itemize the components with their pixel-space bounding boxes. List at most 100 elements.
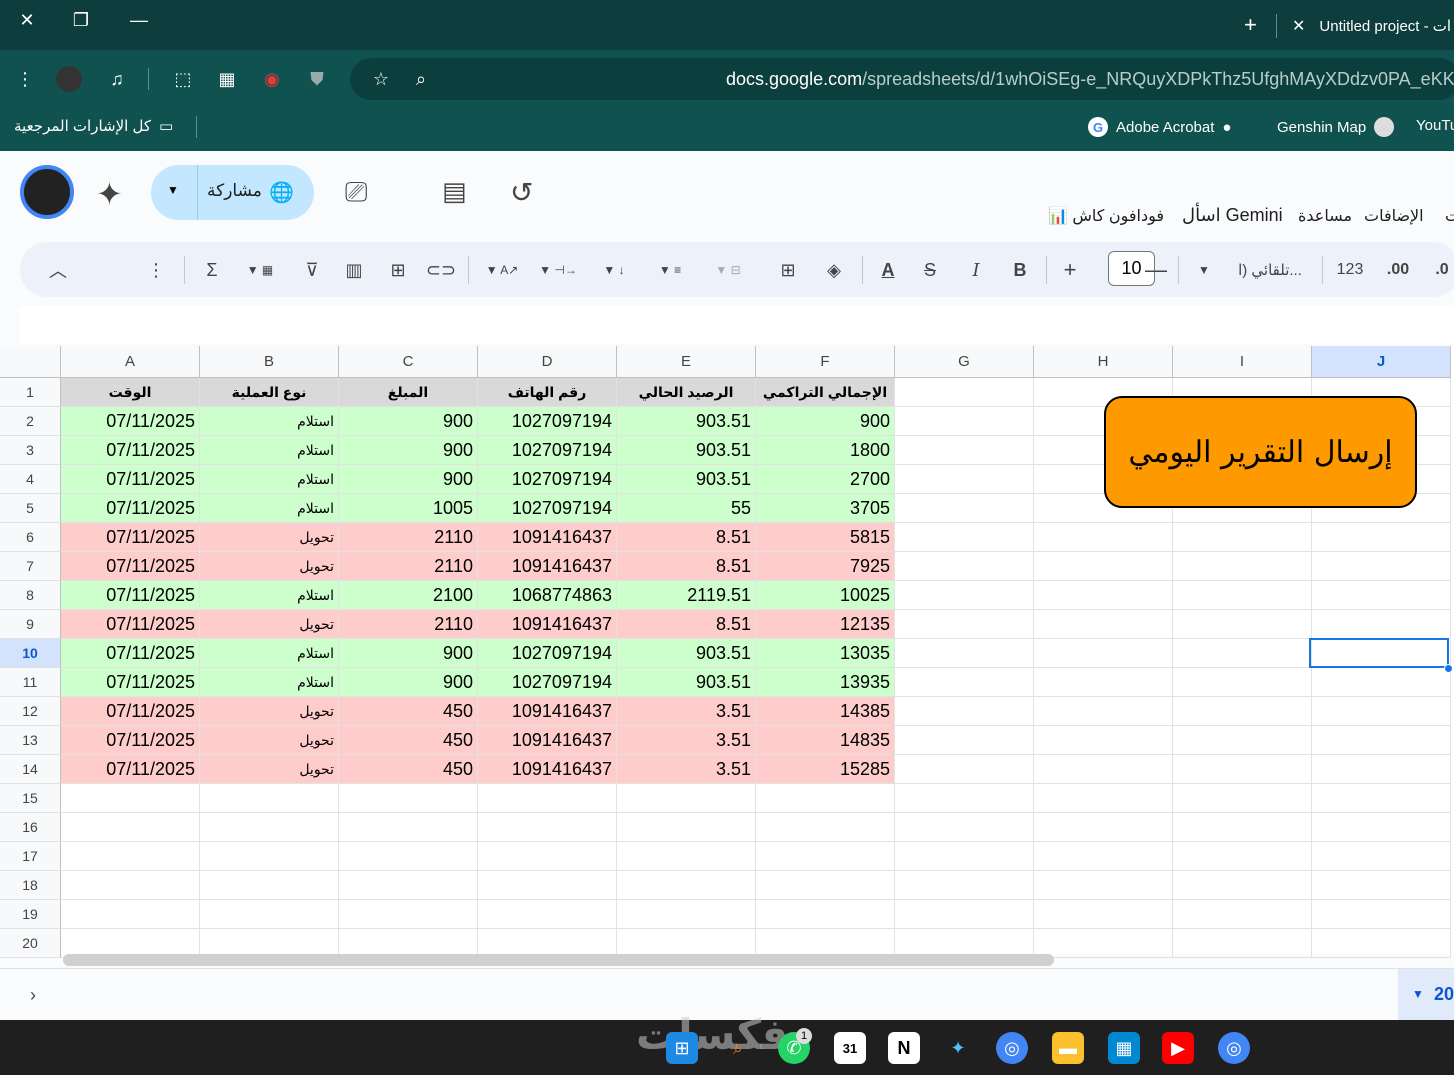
table-cell[interactable]: 900	[339, 639, 478, 668]
empty-cell[interactable]	[61, 784, 200, 813]
font-dropdown-icon[interactable]: ▼	[1194, 256, 1214, 284]
shield-extension-icon[interactable]: ⛊	[304, 66, 330, 92]
font-family-select[interactable]: تلقائي (ا...	[1228, 256, 1312, 284]
table-cell[interactable]: 07/11/2025	[61, 436, 200, 465]
empty-cell[interactable]	[1034, 639, 1173, 668]
empty-cell[interactable]	[1173, 842, 1312, 871]
empty-cell[interactable]	[1034, 929, 1173, 958]
table-cell[interactable]: 14835	[756, 726, 895, 755]
table-cell[interactable]: 3.51	[617, 755, 756, 784]
functions-icon[interactable]: Σ	[200, 256, 224, 284]
empty-cell[interactable]	[339, 842, 478, 871]
table-cell[interactable]: 1027097194	[478, 668, 617, 697]
gemini-icon[interactable]: ✦	[96, 175, 123, 213]
table-cell[interactable]: 2110	[339, 610, 478, 639]
table-cell[interactable]: 903.51	[617, 407, 756, 436]
empty-cell[interactable]	[1312, 552, 1451, 581]
insert-comment-icon[interactable]: ⊞	[386, 256, 410, 284]
strikethrough-icon[interactable]: S	[918, 256, 942, 284]
column-header[interactable]: I	[1173, 346, 1312, 378]
extension-icon[interactable]: ▦	[214, 66, 240, 92]
table-cell[interactable]: 8.51	[617, 523, 756, 552]
empty-cell[interactable]	[1312, 813, 1451, 842]
table-cell[interactable]: تحويل	[200, 552, 339, 581]
empty-cell[interactable]	[1312, 842, 1451, 871]
table-cell[interactable]: 1091416437	[478, 726, 617, 755]
empty-cell[interactable]	[1173, 523, 1312, 552]
menu-extensions[interactable]: الإضافات	[1364, 206, 1424, 230]
empty-cell[interactable]	[895, 726, 1034, 755]
empty-cell[interactable]	[1173, 755, 1312, 784]
meet-icon[interactable]: ⎚	[345, 176, 367, 209]
empty-cell[interactable]	[339, 900, 478, 929]
menu-item-partial[interactable]: ت	[1445, 206, 1454, 230]
table-cell[interactable]: 14385	[756, 697, 895, 726]
empty-cell[interactable]	[1034, 552, 1173, 581]
bold-icon[interactable]: B	[1008, 256, 1032, 284]
table-cell[interactable]: استلام	[200, 494, 339, 523]
table-cell[interactable]: 07/11/2025	[61, 581, 200, 610]
empty-cell[interactable]	[1173, 929, 1312, 958]
table-cell[interactable]: 903.51	[617, 668, 756, 697]
empty-cell[interactable]	[756, 813, 895, 842]
empty-cell[interactable]	[1173, 697, 1312, 726]
zoom-icon[interactable]: ⌕	[408, 66, 434, 92]
bookmark-adobe[interactable]: G Adobe Acrobat ●	[1088, 117, 1231, 137]
row-header[interactable]: 8	[0, 581, 61, 610]
more-menu-icon[interactable]: ⋮	[12, 66, 38, 92]
table-cell[interactable]: 07/11/2025	[61, 465, 200, 494]
empty-cell[interactable]	[200, 813, 339, 842]
empty-cell[interactable]	[617, 871, 756, 900]
close-tab-icon[interactable]: ✕	[1292, 16, 1305, 36]
empty-cell[interactable]	[895, 697, 1034, 726]
empty-cell[interactable]	[895, 813, 1034, 842]
empty-cell[interactable]	[478, 813, 617, 842]
more-options-icon[interactable]: ⋮	[146, 256, 166, 284]
filter-icon[interactable]: ⊽	[300, 256, 324, 284]
empty-cell[interactable]	[200, 784, 339, 813]
row-header[interactable]: 4	[0, 465, 61, 494]
table-cell[interactable]: استلام	[200, 465, 339, 494]
column-header[interactable]: A	[61, 346, 200, 378]
row-header[interactable]: 16	[0, 813, 61, 842]
empty-cell[interactable]	[756, 871, 895, 900]
table-cell[interactable]: استلام	[200, 668, 339, 697]
table-cell[interactable]: 07/11/2025	[61, 407, 200, 436]
empty-cell[interactable]	[1173, 813, 1312, 842]
empty-cell[interactable]	[1173, 726, 1312, 755]
empty-cell[interactable]	[61, 871, 200, 900]
row-header[interactable]: 19	[0, 900, 61, 929]
send-daily-report-button[interactable]: إرسال التقرير اليومي	[1104, 396, 1417, 508]
minimize-window-icon[interactable]: —	[124, 10, 154, 31]
column-header[interactable]: G	[895, 346, 1034, 378]
row-header[interactable]: 1	[0, 378, 61, 407]
table-cell[interactable]: 450	[339, 697, 478, 726]
table-cell[interactable]: استلام	[200, 581, 339, 610]
bookmark-genshin[interactable]: Genshin Map	[1277, 117, 1395, 137]
calendar-icon[interactable]: 31	[834, 1032, 866, 1064]
empty-cell[interactable]	[1034, 523, 1173, 552]
table-cell[interactable]: 1800	[756, 436, 895, 465]
empty-cell[interactable]	[1034, 697, 1173, 726]
menu-vodafone-cash[interactable]: 📊 فودافون كاش	[1048, 206, 1164, 230]
table-cell[interactable]: 903.51	[617, 436, 756, 465]
table-cell[interactable]: 2110	[339, 552, 478, 581]
gemini-icon[interactable]: ✦	[942, 1032, 974, 1064]
empty-cell[interactable]	[1312, 697, 1451, 726]
row-header[interactable]: 9	[0, 610, 61, 639]
table-cell[interactable]: 15285	[756, 755, 895, 784]
share-button[interactable]: ▼ مشاركة 🌐	[151, 165, 314, 220]
close-window-icon[interactable]: ✕	[12, 10, 42, 31]
table-header-cell[interactable]: الإجمالي التراكمي	[756, 378, 895, 407]
empty-cell[interactable]	[1034, 581, 1173, 610]
bookmark-youtube[interactable]: YouTu	[1416, 117, 1454, 134]
text-rotation-dropdown[interactable]: ▼ A↗	[478, 256, 526, 284]
insert-link-icon[interactable]: ⊂⊃	[426, 256, 456, 284]
table-cell[interactable]: 2100	[339, 581, 478, 610]
text-direction-dropdown[interactable]: ▼ ⊣→	[534, 256, 582, 284]
horizontal-scrollbar[interactable]	[63, 954, 1054, 966]
empty-cell[interactable]	[1034, 755, 1173, 784]
empty-cell[interactable]	[895, 639, 1034, 668]
empty-cell[interactable]	[895, 494, 1034, 523]
empty-cell[interactable]	[1312, 523, 1451, 552]
